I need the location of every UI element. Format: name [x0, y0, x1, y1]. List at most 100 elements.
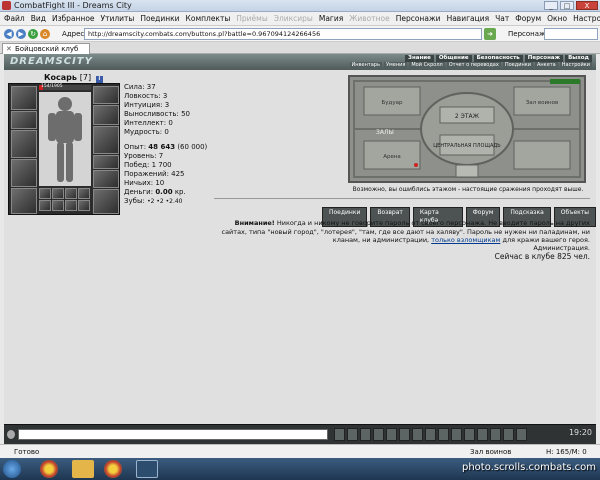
- small-slot[interactable]: [65, 188, 77, 199]
- chat-sys-icon[interactable]: [386, 428, 397, 441]
- persona-select[interactable]: [544, 28, 598, 40]
- chat-translit-icon[interactable]: [399, 428, 410, 441]
- small-slot[interactable]: [52, 200, 64, 211]
- header-nav-bottom: Инвентарь Умения Мой Скролл Отчет о пере…: [349, 62, 592, 69]
- bracer-slot[interactable]: [93, 105, 119, 125]
- map-room-warriors[interactable]: Зал воинов: [526, 100, 559, 106]
- menu-item-favorites[interactable]: Избранное: [52, 14, 95, 23]
- nav-settings[interactable]: Настройки: [559, 62, 592, 69]
- home-icon[interactable]: ⌂: [40, 29, 50, 39]
- amulet-slot[interactable]: [11, 111, 37, 129]
- gloves-slot[interactable]: [93, 170, 119, 188]
- menu-item-window[interactable]: Окно: [547, 14, 567, 23]
- map-room-arena[interactable]: Арена: [383, 154, 401, 160]
- menu-item-view[interactable]: Вид: [31, 14, 46, 23]
- money-value: 0.00: [155, 188, 173, 196]
- persona-label: Персонаж: [508, 30, 546, 38]
- money-unit: кр.: [174, 188, 186, 196]
- map-room-boudoir[interactable]: Будуар: [382, 100, 403, 106]
- nav-security[interactable]: Безопасность: [473, 55, 523, 62]
- nav-fights[interactable]: Поединки: [502, 62, 533, 69]
- menu-item-file[interactable]: Файл: [4, 14, 25, 23]
- menu-item-utilities[interactable]: Утилиты: [101, 14, 135, 23]
- chat-log-icon[interactable]: [516, 428, 527, 441]
- chat-friends-icon[interactable]: [451, 428, 462, 441]
- go-arrow-icon[interactable]: ➜: [484, 28, 496, 40]
- stat-intellect: Интеллект: 0: [124, 119, 173, 127]
- menu-item-chat[interactable]: Чат: [495, 14, 509, 23]
- nav-character[interactable]: Персонаж: [524, 55, 564, 62]
- character-avatar[interactable]: [39, 92, 91, 186]
- nav-transfer-report[interactable]: Отчет о переводах: [446, 62, 501, 69]
- chat-fight-icon[interactable]: [438, 428, 449, 441]
- small-slot[interactable]: [78, 188, 90, 199]
- map-floor-label: 2 ЭТАЖ: [455, 113, 480, 120]
- nav-profile[interactable]: Анкета: [534, 62, 558, 69]
- belt-slot[interactable]: [11, 188, 37, 214]
- chat-scroll-icon[interactable]: [425, 428, 436, 441]
- close-button[interactable]: X: [576, 1, 598, 10]
- nav-exit[interactable]: Выход: [565, 55, 592, 62]
- refresh-icon[interactable]: ↻: [28, 29, 38, 39]
- nav-knowledge[interactable]: Знание: [405, 55, 434, 62]
- small-slot[interactable]: [65, 200, 77, 211]
- back-arrow-icon[interactable]: ◀: [4, 29, 14, 39]
- menu-item-fights[interactable]: Поединки: [140, 14, 179, 23]
- ring-slot[interactable]: [93, 155, 119, 169]
- menu-item-settings[interactable]: Настройки: [573, 14, 600, 23]
- chat-send-icon[interactable]: [334, 428, 345, 441]
- menu-item-forum[interactable]: Форум: [515, 14, 541, 23]
- chat-filter-icon[interactable]: [360, 428, 371, 441]
- combats-app-icon[interactable]: [136, 460, 158, 478]
- menu-item-pet[interactable]: Животное: [349, 14, 389, 23]
- chat-options-icon[interactable]: [490, 428, 501, 441]
- earring-slot[interactable]: [93, 86, 119, 104]
- chrome-icon-2[interactable]: [104, 460, 122, 478]
- chat-smiles-icon[interactable]: [412, 428, 423, 441]
- menu-item-sets[interactable]: Комплекты: [186, 14, 231, 23]
- chat-sound-icon[interactable]: [503, 428, 514, 441]
- chat-clan-icon[interactable]: [477, 428, 488, 441]
- nav-skills[interactable]: Умения: [383, 62, 408, 69]
- nav-communication[interactable]: Общение: [435, 55, 472, 62]
- menu-item-characters[interactable]: Персонажи: [396, 14, 441, 23]
- chat-smile-icon[interactable]: [7, 430, 15, 439]
- menu-item-magic[interactable]: Магия: [319, 14, 343, 23]
- small-slot[interactable]: [39, 200, 51, 211]
- folder-icon[interactable]: [72, 460, 94, 478]
- map-hall-label: ЦЕНТРАЛЬНАЯ ПЛОЩАДЬ: [433, 143, 501, 149]
- nav-inventory[interactable]: Инвентарь: [349, 62, 382, 69]
- chat-private-icon[interactable]: [373, 428, 384, 441]
- chat-input[interactable]: [18, 429, 328, 440]
- boots-slot[interactable]: [93, 189, 119, 214]
- tab-fight-club[interactable]: ✕ Бойцовский клуб: [2, 43, 90, 54]
- shield-slot[interactable]: [93, 126, 119, 154]
- start-button[interactable]: [3, 460, 21, 478]
- character-silhouette-icon: [39, 92, 91, 186]
- helmet-slot[interactable]: [11, 86, 37, 110]
- weapon-slot[interactable]: [11, 130, 37, 158]
- maximize-button[interactable]: □: [560, 1, 574, 10]
- small-slot[interactable]: [39, 188, 51, 199]
- stat-experience: Опыт: 48 643 (60 000): [124, 143, 207, 152]
- menu-item-elixirs[interactable]: Эликсиры: [274, 14, 313, 23]
- admin-signature: Администрация.: [533, 244, 590, 252]
- chrome-icon[interactable]: [40, 460, 58, 478]
- nav-my-scroll[interactable]: Мой Скролл: [409, 62, 445, 69]
- menu-item-techniques[interactable]: Приёмы: [236, 14, 267, 23]
- armor-slot[interactable]: [11, 159, 37, 187]
- chat-clear-icon[interactable]: [347, 428, 358, 441]
- small-slots: [39, 188, 91, 212]
- tab-close-icon[interactable]: ✕: [6, 44, 12, 54]
- url-input[interactable]: http://dreamscity.combats.com/buttons.pl…: [84, 28, 482, 40]
- small-slot[interactable]: [78, 200, 90, 211]
- menu-item-navigation[interactable]: Навигация: [447, 14, 490, 23]
- forward-arrow-icon[interactable]: ▶: [16, 29, 26, 39]
- club-map[interactable]: 2 ЭТАЖ ЗАЛЫ ЦЕНТРАЛЬНАЯ ПЛОЩАДЬ Будуар З…: [348, 75, 586, 183]
- warning-link[interactable]: только взломщикам: [431, 236, 500, 244]
- chat-mail-icon[interactable]: [464, 428, 475, 441]
- minimize-button[interactable]: _: [544, 1, 558, 10]
- character-nick[interactable]: Косарь: [44, 73, 77, 82]
- info-icon[interactable]: i: [95, 76, 103, 83]
- small-slot[interactable]: [52, 188, 64, 199]
